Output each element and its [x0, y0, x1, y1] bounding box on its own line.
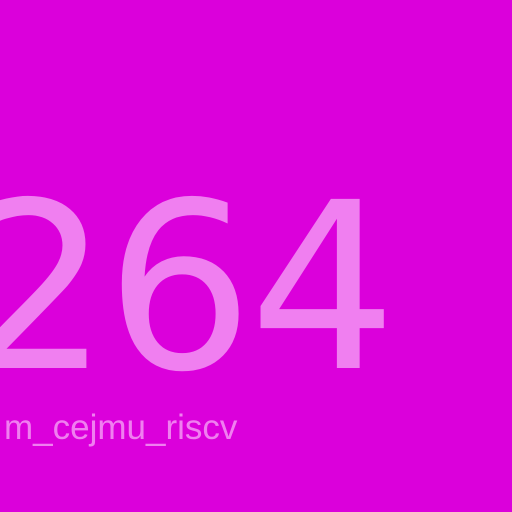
big-number-display: 264 [0, 153, 397, 423]
caption-label: m_cejmu_riscv [4, 408, 238, 447]
screen-background: 264 m_cejmu_riscv [0, 0, 512, 512]
